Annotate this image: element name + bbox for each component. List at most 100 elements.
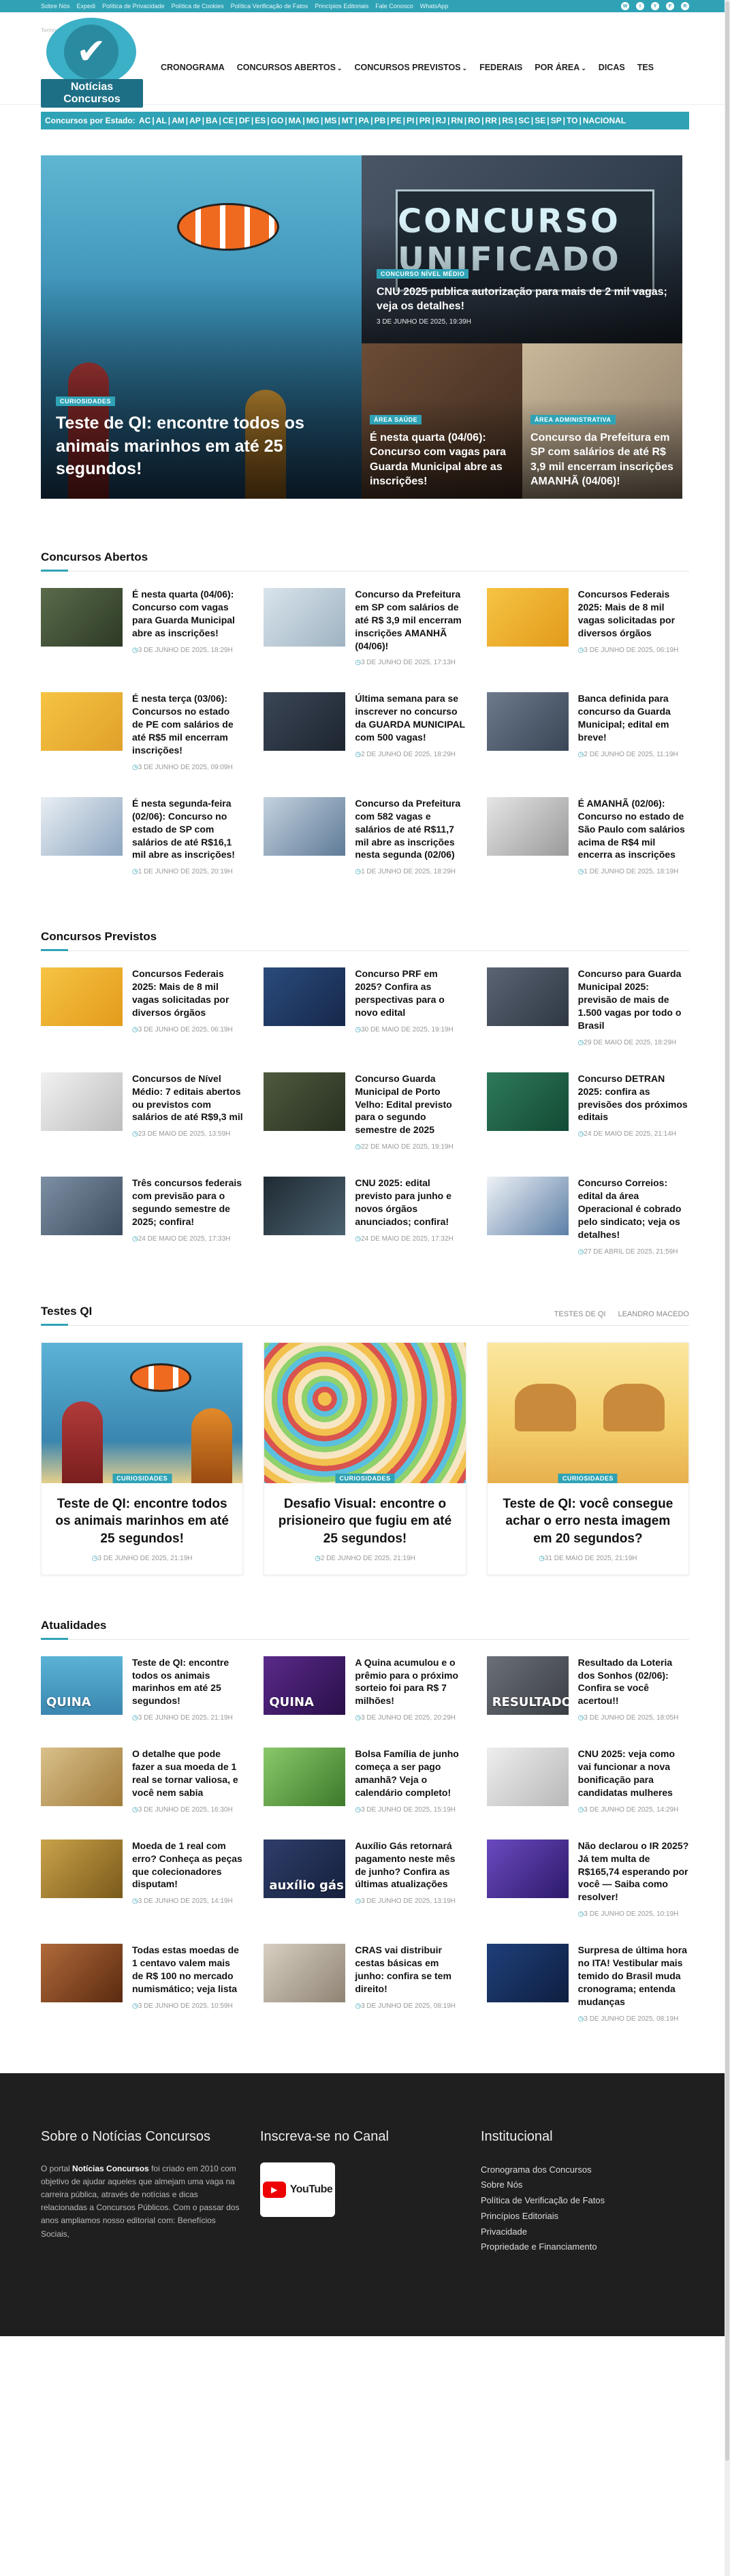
hero-bottom-right-card[interactable]: ÁREA ADMINISTRATIVA Concurso da Prefeitu… <box>522 343 682 499</box>
quiz-title[interactable]: Desafio Visual: encontre o prisioneiro q… <box>275 1495 454 1548</box>
category-badge[interactable]: CONCURSO NÍVEL MÉDIO <box>377 268 469 279</box>
item-title[interactable]: Concurso PRF em 2025? Confira as perspec… <box>355 967 466 1019</box>
site-logo[interactable]: Termos de Serviço ✔ Notícias Concursos <box>41 14 143 108</box>
state-link[interactable]: PB <box>375 116 386 125</box>
state-link[interactable]: RO <box>468 116 480 125</box>
list-item[interactable]: Última semana para se inscrever no concu… <box>264 692 466 772</box>
quiz-title[interactable]: Teste de QI: encontre todos os animais m… <box>52 1495 232 1548</box>
page-scrollbar[interactable] <box>725 0 730 2576</box>
state-link[interactable]: RR <box>485 116 496 125</box>
item-title[interactable]: Moeda de 1 real com erro? Conheça as peç… <box>132 1840 243 1891</box>
state-link[interactable]: PR <box>419 116 431 125</box>
facebook-icon[interactable]: F <box>666 2 674 10</box>
item-title[interactable]: CRAS vai distribuir cestas básicas em ju… <box>355 1944 466 1996</box>
list-item[interactable]: CNU 2025: veja como vai funcionar a nova… <box>486 1748 689 1815</box>
section-title-text[interactable]: Concursos Abertos <box>41 550 148 564</box>
nav-concursos-previstos[interactable]: CONCURSOS PREVISTOS ⌄ <box>354 63 467 72</box>
state-link[interactable]: DF <box>239 116 250 125</box>
item-title[interactable]: É nesta quarta (04/06): Concurso com vag… <box>132 588 243 640</box>
thumbnail-image[interactable]: QUINA <box>264 1656 346 1715</box>
state-link[interactable]: AC <box>139 116 150 125</box>
top-link-factcheck[interactable]: Política Verificação de Fatos <box>231 3 308 10</box>
item-title[interactable]: CNU 2025: veja como vai funcionar a nova… <box>578 1748 689 1799</box>
item-title[interactable]: Concursos Federais 2025: Mais de 8 mil v… <box>578 588 689 640</box>
section-title-text[interactable]: Concursos Previstos <box>41 930 157 944</box>
thumbnail-image[interactable] <box>41 692 123 751</box>
list-item[interactable]: Moeda de 1 real com erro? Conheça as peç… <box>41 1839 243 1919</box>
category-badge[interactable]: ÁREA ADMINISTRATIVA <box>530 414 616 424</box>
item-title[interactable]: Teste de QI: encontre todos os animais m… <box>132 1656 243 1708</box>
state-link[interactable]: ES <box>255 116 266 125</box>
state-link[interactable]: MS <box>324 116 336 125</box>
thumbnail-image[interactable] <box>486 1072 569 1131</box>
list-item[interactable]: É nesta quarta (04/06): Concurso com vag… <box>41 588 243 668</box>
list-item[interactable]: Todas estas moedas de 1 centavo valem ma… <box>41 1944 243 2023</box>
item-title[interactable]: Auxílio Gás retornará pagamento neste mê… <box>355 1840 466 1891</box>
list-item[interactable]: CNU 2025: edital previsto para junho e n… <box>264 1177 466 1256</box>
instagram-icon[interactable]: I <box>636 2 644 10</box>
thumbnail-image[interactable] <box>486 1944 569 2003</box>
state-link[interactable]: RN <box>451 116 462 125</box>
list-item[interactable]: RESULTADO Resultado da Loteria dos Sonhos… <box>486 1656 689 1724</box>
hero-main-card[interactable]: CURIOSIDADES Teste de QI: encontre todos… <box>41 155 362 499</box>
list-item[interactable]: Concurso DETRAN 2025: confira as previsõ… <box>486 1072 689 1152</box>
quiz-title[interactable]: Teste de QI: você consegue achar o erro … <box>498 1495 678 1548</box>
thumbnail-image[interactable] <box>486 967 569 1027</box>
list-item[interactable]: Surpresa de última hora no ITA! Vestibul… <box>486 1944 689 2023</box>
thumbnail-image[interactable] <box>264 796 346 856</box>
footer-link-verificacao[interactable]: Política de Verificação de Fatos <box>481 2195 605 2205</box>
state-link[interactable]: AP <box>189 116 201 125</box>
hero-bottom-left-title[interactable]: É nesta quarta (04/06): Concurso com vag… <box>370 431 514 489</box>
state-link[interactable]: BA <box>206 116 217 125</box>
item-title[interactable]: Concurso da Prefeitura com 582 vagas e s… <box>355 797 466 861</box>
thumbnail-image[interactable] <box>41 1177 123 1236</box>
hero-top-right-card[interactable]: CONCURSO UNIFICADO CONCURSO NÍVEL MÉDIO … <box>362 155 682 343</box>
thumbnail-image[interactable] <box>264 692 346 751</box>
youtube-button[interactable]: ▶ YouTube <box>260 2162 335 2217</box>
footer-link-privacidade[interactable]: Privacidade <box>481 2226 527 2237</box>
list-item[interactable]: Concursos Federais 2025: Mais de 8 mil v… <box>486 588 689 668</box>
list-item[interactable]: Concurso da Prefeitura com 582 vagas e s… <box>264 796 466 877</box>
state-link[interactable]: GO <box>271 116 284 125</box>
state-link[interactable]: MG <box>306 116 319 125</box>
item-title[interactable]: Última semana para se inscrever no concu… <box>355 692 466 744</box>
item-title[interactable]: É AMANHÃ (02/06): Concurso no estado de … <box>578 797 689 861</box>
thumbnail-image[interactable] <box>486 1839 569 1898</box>
item-title[interactable]: A Quina acumulou e o prêmio para o próxi… <box>355 1656 466 1708</box>
whatsapp-icon[interactable]: W <box>621 2 629 10</box>
scrollbar-thumb[interactable] <box>725 1 729 2461</box>
state-link[interactable]: RS <box>502 116 513 125</box>
item-title[interactable]: É nesta segunda-feira (02/06): Concurso … <box>132 797 243 861</box>
hero-main-title[interactable]: Teste de QI: encontre todos os animais m… <box>56 412 347 481</box>
list-item[interactable]: Concurso Guarda Municipal de Porto Velho… <box>264 1072 466 1152</box>
item-title[interactable]: Banca definida para concurso da Guarda M… <box>578 692 689 744</box>
thumbnail-image[interactable] <box>264 967 346 1027</box>
thumbnail-image[interactable] <box>264 1748 346 1807</box>
item-title[interactable]: Concursos de Nível Médio: 7 editais aber… <box>132 1072 243 1124</box>
top-link-expedi[interactable]: Expedi <box>77 3 96 10</box>
thumbnail-image[interactable] <box>264 1944 346 2003</box>
state-link[interactable]: PA <box>358 116 369 125</box>
item-title[interactable]: CNU 2025: edital previsto para junho e n… <box>355 1177 466 1228</box>
nav-dicas[interactable]: DICAS <box>599 63 625 72</box>
nav-concursos-abertos[interactable]: CONCURSOS ABERTOS ⌄ <box>237 63 343 72</box>
list-item[interactable]: Concursos Federais 2025: Mais de 8 mil v… <box>41 967 243 1047</box>
item-title[interactable]: Concursos Federais 2025: Mais de 8 mil v… <box>132 967 243 1019</box>
state-link[interactable]: CE <box>223 116 234 125</box>
list-item[interactable]: Concursos de Nível Médio: 7 editais aber… <box>41 1072 243 1152</box>
state-link[interactable]: AM <box>172 116 185 125</box>
list-item[interactable]: O detalhe que pode fazer a sua moeda de … <box>41 1748 243 1815</box>
nav-testes[interactable]: TES <box>637 63 654 72</box>
footer-link-propriedade[interactable]: Propriedade e Financiamento <box>481 2241 597 2252</box>
item-title[interactable]: Não declarou o IR 2025? Já tem multa de … <box>578 1840 689 1904</box>
state-link[interactable]: AL <box>156 116 167 125</box>
state-link[interactable]: NACIONAL <box>583 116 626 125</box>
list-item[interactable]: Concurso Correios: edital da área Operac… <box>486 1177 689 1256</box>
item-title[interactable]: O detalhe que pode fazer a sua moeda de … <box>132 1748 243 1799</box>
item-title[interactable]: Surpresa de última hora no ITA! Vestibul… <box>578 1944 689 2008</box>
list-item[interactable]: auxílio gás Auxílio Gás retornará pagamen… <box>264 1839 466 1919</box>
hero-bottom-right-title[interactable]: Concurso da Prefeitura em SP com salário… <box>530 431 674 489</box>
item-title[interactable]: Três concursos federais com previsão par… <box>132 1177 243 1228</box>
state-link[interactable]: SC <box>518 116 530 125</box>
state-link[interactable]: PE <box>391 116 402 125</box>
